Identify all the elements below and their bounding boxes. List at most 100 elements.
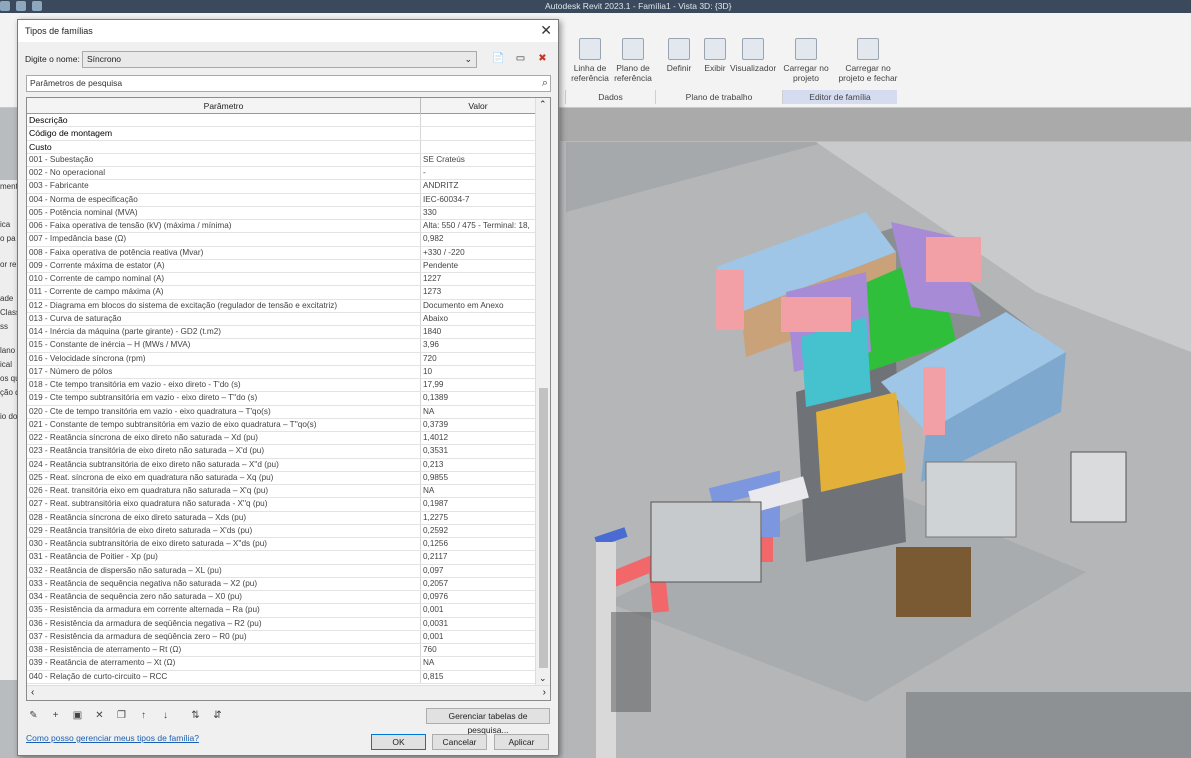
table-row[interactable]: 012 - Diagrama em blocos do sistema de e… <box>27 299 536 313</box>
table-row[interactable]: 025 - Reat. síncrona de eixo em quadratu… <box>27 471 536 485</box>
table-row[interactable]: 026 - Reat. transitória eixo em quadratu… <box>27 485 536 499</box>
parameter-value-cell[interactable]: 1227 <box>421 273 536 285</box>
load-into-project-button[interactable]: Carregar no projeto <box>783 38 829 83</box>
parameter-value-cell[interactable]: 1,4012 <box>421 432 536 444</box>
table-row[interactable]: 036 - Resistência da armadura de seqüênc… <box>27 617 536 631</box>
parameter-value-cell[interactable]: 0,9855 <box>421 472 536 484</box>
parameter-value-cell[interactable]: +330 / -220 <box>421 247 536 259</box>
scroll-left-icon[interactable]: ‹ <box>31 687 34 698</box>
parameter-value-cell[interactable]: 0,815 <box>421 671 536 683</box>
table-row[interactable]: 033 - Reatância de sequência negativa nã… <box>27 577 536 591</box>
scroll-down-icon[interactable]: ⌄ <box>539 673 547 684</box>
viewer-button[interactable]: Visualizador <box>730 38 776 73</box>
table-row[interactable]: 017 - Número de pólos 10 <box>27 365 536 379</box>
parameter-value-cell[interactable]: 0,982 <box>421 233 536 245</box>
parameter-value-cell[interactable]: 0,001 <box>421 631 536 643</box>
parameter-value-cell[interactable]: 0,1987 <box>421 498 536 510</box>
table-row[interactable]: 008 - Faixa operativa de potência reativ… <box>27 246 536 260</box>
parameter-value-cell[interactable]: 0,097 <box>421 565 536 577</box>
parameter-value-cell[interactable]: Documento em Anexo <box>421 300 536 312</box>
parameter-value-cell[interactable]: 720 <box>421 353 536 365</box>
table-row[interactable]: Código de montagem <box>27 127 536 141</box>
sort-descending-icon[interactable]: ⇵ <box>210 708 225 723</box>
parameter-value-cell[interactable] <box>421 141 536 153</box>
reference-line-button[interactable]: Linha de referência <box>567 38 613 83</box>
save-icon[interactable] <box>16 1 26 11</box>
scroll-thumb[interactable] <box>539 388 548 668</box>
parameter-value-cell[interactable]: 760 <box>421 644 536 656</box>
table-row[interactable]: 013 - Curva de saturação Abaixo <box>27 312 536 326</box>
table-row[interactable]: 002 - No operacional - <box>27 167 536 181</box>
cancel-button[interactable]: Cancelar <box>432 734 487 750</box>
parameter-value-cell[interactable]: Alta: 550 / 475 - Terminal: 18, <box>421 220 536 232</box>
column-header-parametro[interactable]: Parâmetro <box>27 98 421 114</box>
parameter-value-cell[interactable]: Abaixo <box>421 313 536 325</box>
table-row[interactable]: 004 - Norma de especificação IEC-60034-7 <box>27 193 536 207</box>
table-row[interactable]: 015 - Constante de inércia – H (MWs / MV… <box>27 339 536 353</box>
table-row[interactable]: 031 - Reatância de Poitier - Xp (pu) 0,21… <box>27 551 536 565</box>
table-row[interactable]: 037 - Resistência da armadura de seqüênc… <box>27 630 536 644</box>
table-row[interactable]: 019 - Cte tempo subtransitória em vazio … <box>27 392 536 406</box>
parameter-value-cell[interactable]: 330 <box>421 207 536 219</box>
table-row[interactable]: 001 - Subestação SE Crateús <box>27 153 536 167</box>
table-row[interactable]: 007 - Impedância base (Ω) 0,982 <box>27 233 536 247</box>
open-icon[interactable] <box>0 1 10 11</box>
parameter-value-cell[interactable]: NA <box>421 485 536 497</box>
edit-parameter-icon[interactable]: ✎ <box>26 708 41 723</box>
table-row[interactable]: 023 - Reatância transitória de eixo dire… <box>27 445 536 459</box>
table-row[interactable]: Descrição <box>27 114 536 128</box>
table-row[interactable]: 006 - Faixa operativa de tensão (kV) (má… <box>27 220 536 234</box>
parameters-table[interactable]: Parâmetro Valor Descrição Código de monta… <box>26 97 551 701</box>
parameter-value-cell[interactable]: 10 <box>421 366 536 378</box>
close-icon[interactable]: ✕ <box>540 23 552 37</box>
parameter-value-cell[interactable]: SE Crateús <box>421 154 536 166</box>
table-row[interactable]: 011 - Corrente de campo máxima (A) 1273 <box>27 286 536 300</box>
table-row[interactable]: 009 - Corrente máxima de estator (A) Pend… <box>27 259 536 273</box>
parameter-value-cell[interactable]: 3,96 <box>421 339 536 351</box>
ok-button[interactable]: OK <box>371 734 426 750</box>
table-row[interactable]: 034 - Reatância de sequência zero não sa… <box>27 591 536 605</box>
parameter-value-cell[interactable]: 0,001 <box>421 604 536 616</box>
table-row[interactable]: 039 - Reatância de aterramento – Xt (Ω) N… <box>27 657 536 671</box>
rename-type-icon[interactable]: ▭ <box>513 51 528 66</box>
table-row[interactable]: 030 - Reatância subtransitória de eixo d… <box>27 538 536 552</box>
parameter-value-cell[interactable]: NA <box>421 657 536 669</box>
table-row[interactable]: 032 - Reatância de dispersão não saturad… <box>27 564 536 578</box>
parameter-value-cell[interactable]: - <box>421 167 536 179</box>
parameter-value-cell[interactable]: 0,2117 <box>421 551 536 563</box>
quick-access-toolbar[interactable] <box>0 1 42 11</box>
delete-type-icon[interactable]: ✖ <box>535 51 550 66</box>
table-row[interactable]: 014 - Inércia da máquina (parte girante)… <box>27 326 536 340</box>
apply-button[interactable]: Aplicar <box>494 734 549 750</box>
horizontal-scrollbar[interactable]: ‹ › <box>27 685 550 700</box>
new-parameter-icon[interactable]: + <box>48 708 63 723</box>
3d-viewport[interactable] <box>566 142 1191 758</box>
delete-parameter-icon[interactable]: ✕ <box>92 708 107 723</box>
scroll-up-icon[interactable]: ⌃ <box>539 99 547 110</box>
search-input[interactable]: Parâmetros de pesquisa ⌕ <box>26 75 551 92</box>
help-link[interactable]: Como posso gerenciar meus tipos de famíl… <box>26 733 199 743</box>
search-icon[interactable]: ⌕ <box>542 76 548 91</box>
parameter-value-cell[interactable]: 0,1256 <box>421 538 536 550</box>
table-row[interactable]: Custo <box>27 140 536 154</box>
parameter-value-cell[interactable]: Pendente <box>421 260 536 272</box>
parameter-value-cell[interactable]: 0,0031 <box>421 618 536 630</box>
undo-icon[interactable] <box>32 1 42 11</box>
table-row[interactable]: 010 - Corrente de campo nominal (A) 1227 <box>27 273 536 287</box>
table-row[interactable]: 020 - Cte de tempo transitória em vazio … <box>27 405 536 419</box>
parameter-value-cell[interactable]: ANDRITZ <box>421 180 536 192</box>
table-row[interactable]: 038 - Resistência de aterramento – Rt (Ω… <box>27 644 536 658</box>
parameter-value-cell[interactable]: 0,213 <box>421 459 536 471</box>
table-row[interactable]: 021 - Constante de tempo subtransitória … <box>27 418 536 432</box>
parameter-value-cell[interactable]: 1,2275 <box>421 512 536 524</box>
parameter-value-cell[interactable]: 0,2057 <box>421 578 536 590</box>
table-row[interactable]: 040 - Relação de curto-circuito – RCC 0,8… <box>27 670 536 684</box>
manage-lookup-tables-button[interactable]: Gerenciar tabelas de pesquisa... <box>426 708 550 735</box>
table-row[interactable]: 022 - Reatância síncrona de eixo direto … <box>27 432 536 446</box>
parameter-value-cell[interactable]: 0,0976 <box>421 591 536 603</box>
parameter-value-cell[interactable]: NA <box>421 406 536 418</box>
type-name-select[interactable]: Síncrono ⌄ <box>82 51 477 68</box>
parameter-value-cell[interactable]: 1273 <box>421 286 536 298</box>
scroll-right-icon[interactable]: › <box>543 687 546 698</box>
vertical-scrollbar[interactable]: ⌃ ⌄ <box>535 98 550 685</box>
